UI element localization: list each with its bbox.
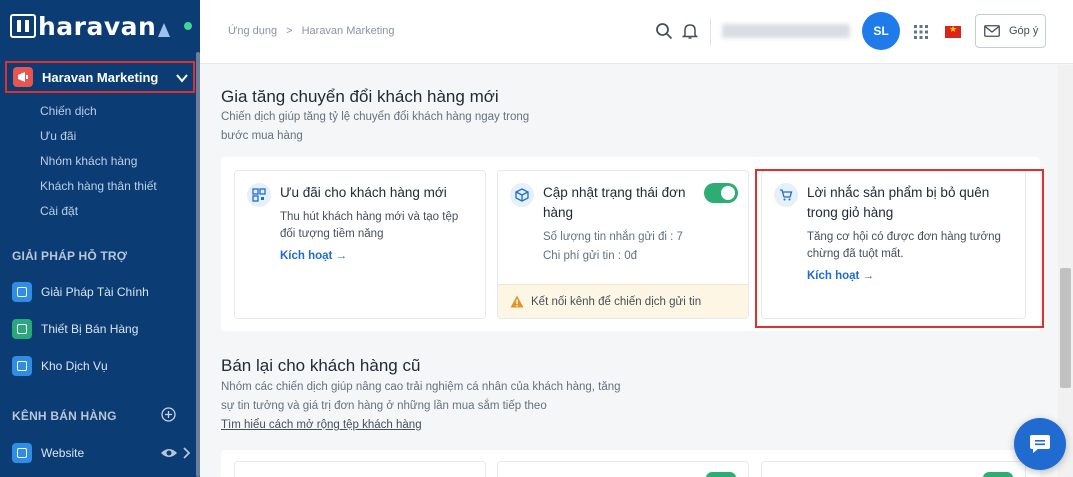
account-name-blurred[interactable] [722, 24, 850, 38]
card-desc-line: đối tượng tiềm năng [280, 228, 384, 240]
sidebar-item-sales-devices[interactable]: Thiết Bị Bán Hàng [12, 319, 138, 339]
device-icon [12, 319, 32, 339]
section-desc-line: sự tin tưởng và giá trị đơn hàng ở những… [221, 400, 547, 412]
search-icon[interactable] [655, 22, 673, 40]
sidebar-item-financial-solutions[interactable]: Giải Pháp Tài Chính [12, 282, 149, 302]
qr-code-icon [247, 183, 271, 207]
card-title-line: Lời nhắc sản phẩm bị bỏ quên [807, 185, 990, 200]
campaign-toggle-switch[interactable] [983, 472, 1013, 477]
messages-sent-count: Số lượng tin nhắn gửi đi : 7 [543, 231, 683, 243]
section-desc-line: Chiến dịch giúp tăng tỷ lệ chuyển đổi kh… [221, 111, 530, 123]
sidebar-item-website[interactable]: Website [12, 443, 84, 463]
scrollbar-thumb[interactable] [1060, 268, 1071, 388]
warning-icon [510, 295, 524, 308]
campaign-card-order-status-update[interactable]: Cập nhật trạng thái đơn hàng Số lượng ti… [497, 170, 749, 319]
chevron-down-icon[interactable] [175, 71, 189, 85]
website-icon [12, 443, 32, 463]
card-title: Lời nhắc sản phẩm bị bỏ quên trong giỏ h… [807, 183, 989, 223]
feedback-label: Góp ý [1009, 25, 1039, 37]
card-desc: Thu hút khách hàng mới và tạo tệp đối tư… [280, 209, 458, 243]
breadcrumb: Ứng dụng > Haravan Marketing [228, 25, 395, 37]
marketing-megaphone-icon [13, 67, 33, 87]
chat-bubble-icon [1030, 435, 1050, 453]
brand-name: haravan [38, 11, 157, 41]
campaign-card-partial[interactable] [234, 461, 486, 477]
add-channel-plus-icon[interactable] [161, 407, 176, 422]
card-title-line: trong giỏ hàng [807, 205, 894, 220]
section-desc-line: Nhóm các chiến dịch giúp nâng cao trải n… [221, 381, 621, 393]
sidebar-item-campaigns[interactable]: Chiến dịch [40, 104, 97, 118]
sidebar: haravan Haravan Marketing Chiến dịch Ưu … [0, 0, 200, 477]
campaign-card-abandoned-cart[interactable]: Lời nhắc sản phẩm bị bỏ quên trong giỏ h… [761, 170, 1026, 319]
section-desc-returning-customers: Nhóm các chiến dịch giúp nâng cao trải n… [221, 378, 651, 416]
card-title-line: hàng [543, 205, 574, 220]
activate-link[interactable]: Kích hoạt → [280, 250, 347, 262]
connect-channel-warning[interactable]: Kết nối kênh để chiến dịch gửi tin [498, 284, 748, 318]
breadcrumb-current: Haravan Marketing [301, 25, 395, 37]
vietnam-flag-icon[interactable] [945, 24, 961, 38]
activate-link[interactable]: Kích hoạt → [807, 270, 874, 282]
section-title-new-customers: Gia tăng chuyển đổi khách hàng mới [221, 87, 499, 106]
card-title-line: Cập nhật trạng thái đơn [543, 185, 686, 200]
sidebar-item-label: Kho Dịch Vụ [41, 359, 108, 373]
haravan-logo[interactable]: haravan [10, 10, 171, 42]
campaign-card-new-customer-offer[interactable]: Ưu đãi cho khách hàng mới Thu hút khách … [234, 170, 486, 319]
sidebar-item-offers[interactable]: Ưu đãi [40, 129, 76, 143]
main-scrollbar[interactable] [1058, 65, 1073, 477]
chevron-right-icon[interactable] [181, 447, 191, 459]
top-header: Ứng dụng > Haravan Marketing SL Góp ý [200, 0, 1073, 64]
section-title-support: GIẢI PHÁP HỖ TRỢ [12, 249, 128, 263]
mail-icon [984, 25, 1000, 37]
sidebar-item-label: Giải Pháp Tài Chính [41, 285, 149, 299]
card-desc-line: chừng đã tuột mất. [807, 248, 904, 260]
campaign-toggle-switch[interactable] [704, 183, 738, 203]
sidebar-app-haravan-marketing[interactable]: Haravan Marketing [5, 61, 195, 93]
section-title-channels: KÊNH BÁN HÀNG [12, 409, 117, 423]
warning-text: Kết nối kênh để chiến dịch gửi tin [531, 295, 702, 308]
tree-icon [158, 23, 171, 37]
message-cost: Chi phí gửi tin : 0đ [543, 250, 637, 262]
avatar[interactable]: SL [862, 12, 900, 50]
learn-more-link[interactable]: Tìm hiểu cách mở rộng tệp khách hàng [221, 419, 422, 431]
card-desc: Tăng cơ hội có được đơn hàng tưởng chừng… [807, 229, 1001, 263]
sidebar-app-label: Haravan Marketing [42, 69, 159, 85]
sidebar-item-service-store[interactable]: Kho Dịch Vụ [12, 356, 108, 376]
sidebar-item-settings[interactable]: Cài đặt [40, 204, 78, 218]
section-desc-new-customers: Chiến dịch giúp tăng tỷ lệ chuyển đổi kh… [221, 108, 641, 146]
header-divider [710, 18, 711, 46]
sidebar-item-label: Thiết Bị Bán Hàng [41, 322, 139, 336]
box-icon [510, 183, 534, 207]
card-title: Ưu đãi cho khách hàng mới [280, 185, 447, 200]
breadcrumb-separator: > [286, 25, 293, 37]
breadcrumb-apps[interactable]: Ứng dụng [228, 25, 277, 37]
sidebar-item-loyal-customers[interactable]: Khách hàng thân thiết [40, 179, 157, 193]
card-title: Cập nhật trạng thái đơn hàng [543, 183, 685, 223]
section-desc-line: bước mua hàng [221, 130, 303, 142]
sidebar-item-customer-groups[interactable]: Nhóm khách hàng [40, 154, 137, 168]
section-title-returning-customers: Bán lại cho khách hàng cũ [221, 356, 421, 375]
sidebar-item-label: Website [41, 446, 85, 460]
feedback-button[interactable]: Góp ý [975, 14, 1046, 48]
haravan-logo-mark-icon [10, 14, 36, 38]
eye-icon[interactable] [160, 446, 178, 460]
card-desc-line: Tăng cơ hội có được đơn hàng tưởng [807, 231, 1001, 243]
finance-icon [12, 282, 32, 302]
bell-icon[interactable] [682, 22, 698, 40]
card-desc-line: Thu hút khách hàng mới và tạo tệp [280, 211, 459, 223]
apps-grid-icon[interactable] [914, 25, 928, 39]
chat-support-button[interactable] [1014, 418, 1066, 470]
service-store-icon [12, 356, 32, 376]
shopping-cart-icon [774, 183, 798, 207]
campaign-toggle-switch[interactable] [706, 472, 736, 477]
online-status-dot [184, 22, 192, 30]
